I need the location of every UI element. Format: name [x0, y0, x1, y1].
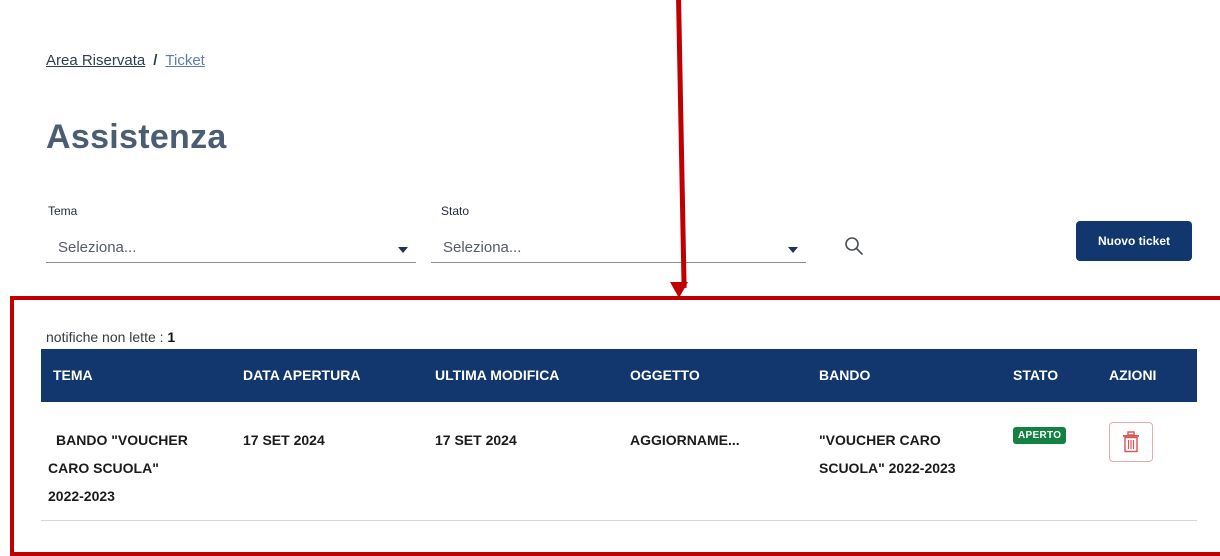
- tema-select-value: Seleziona...: [58, 239, 137, 256]
- breadcrumb-area-riservata[interactable]: Area Riservata: [46, 52, 145, 69]
- column-oggetto: OGGETTO: [630, 367, 700, 383]
- cell-tema: BANDO "VOUCHER CARO SCUOLA" 2022-2023: [48, 426, 188, 510]
- column-tema: TEMA: [53, 367, 93, 383]
- tema-label: Tema: [48, 204, 78, 218]
- breadcrumb-separator: /: [153, 52, 158, 69]
- table-header: TEMA DATA APERTURA ULTIMA MODIFICA OGGET…: [41, 349, 1197, 402]
- status-badge: APERTO: [1013, 427, 1067, 444]
- cell-tema-line: CARO SCUOLA": [48, 460, 159, 476]
- search-icon: [845, 237, 863, 255]
- stato-label: Stato: [441, 204, 470, 218]
- cell-oggetto: AGGIORNAME...: [630, 432, 740, 448]
- cell-data-apertura: 17 SET 2024: [243, 432, 325, 448]
- chevron-down-icon: [788, 246, 798, 253]
- trash-icon: [1123, 431, 1139, 453]
- breadcrumb-ticket[interactable]: Ticket: [165, 52, 204, 69]
- unread-count: 1: [167, 329, 176, 345]
- column-azioni: AZIONI: [1109, 367, 1157, 383]
- table-row[interactable]: BANDO "VOUCHER CARO SCUOLA" 2022-2023 17…: [41, 402, 1197, 521]
- cell-tema-line: 2022-2023: [48, 488, 115, 504]
- stato-select-value: Seleziona...: [443, 239, 522, 256]
- column-data-apertura: DATA APERTURA: [243, 367, 361, 383]
- unread-label: notifiche non lette :: [46, 329, 164, 345]
- new-ticket-button[interactable]: Nuovo ticket: [1076, 221, 1192, 261]
- column-ultima-modifica: ULTIMA MODIFICA: [435, 367, 560, 383]
- cell-ultima-modifica: 17 SET 2024: [435, 432, 517, 448]
- chevron-down-icon: [398, 246, 408, 253]
- column-bando: BANDO: [819, 367, 871, 383]
- delete-button[interactable]: [1109, 422, 1153, 462]
- page-title: Assistenza: [46, 118, 227, 156]
- breadcrumb: Area Riservata / Ticket: [46, 52, 205, 69]
- tema-select[interactable]: Seleziona...: [46, 233, 416, 263]
- unread-notifications: notifiche non lette : 1: [46, 329, 175, 345]
- column-stato: STATO: [1013, 367, 1059, 383]
- stato-select[interactable]: Seleziona...: [431, 233, 806, 263]
- cell-bando: "VOUCHER CARO SCUOLA" 2022-2023: [819, 426, 956, 482]
- cell-tema-line: BANDO "VOUCHER: [56, 432, 188, 448]
- cell-bando-line: "VOUCHER CARO: [819, 432, 941, 448]
- cell-bando-line: SCUOLA" 2022-2023: [819, 460, 956, 476]
- search-button[interactable]: [840, 232, 868, 260]
